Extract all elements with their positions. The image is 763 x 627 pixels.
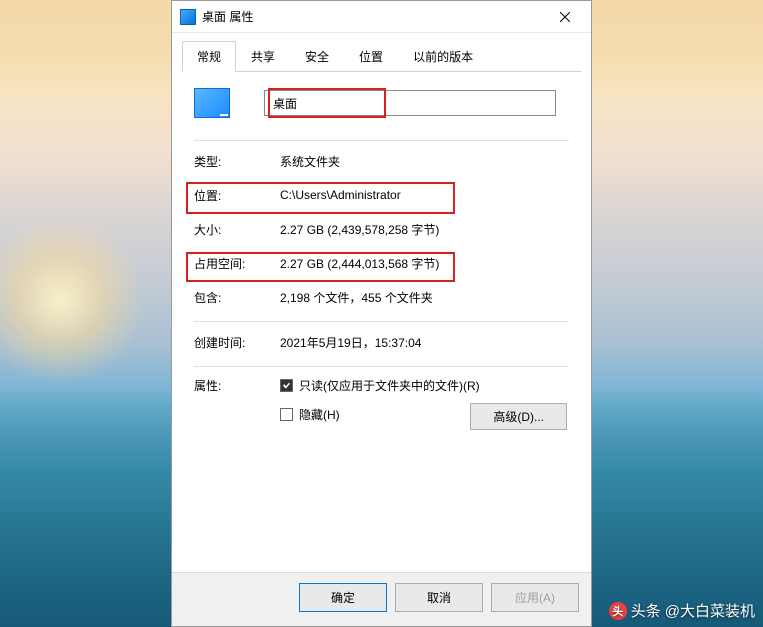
desktop-icon xyxy=(180,9,196,25)
value-size: 2.27 GB (2,439,578,258 字节) xyxy=(280,221,569,238)
label-size-on-disk: 占用空间: xyxy=(194,255,280,272)
row-type: 类型: 系统文件夹 xyxy=(194,151,569,171)
value-location: C:\Users\Administrator xyxy=(280,188,569,202)
tab-general[interactable]: 常规 xyxy=(182,41,236,72)
label-size: 大小: xyxy=(194,221,280,238)
tab-strip: 常规 共享 安全 位置 以前的版本 xyxy=(182,41,581,72)
close-icon xyxy=(560,12,570,22)
readonly-label: 只读(仅应用于文件夹中的文件)(R) xyxy=(299,377,480,394)
readonly-row: 只读(仅应用于文件夹中的文件)(R) xyxy=(280,377,569,394)
label-attributes: 属性: xyxy=(194,377,280,394)
watermark: 头 头条 @大白菜装机 xyxy=(609,600,755,621)
value-size-on-disk: 2.27 GB (2,444,013,568 字节) xyxy=(280,255,569,272)
folder-name-input[interactable] xyxy=(264,90,556,116)
advanced-button[interactable]: 高级(D)... xyxy=(470,403,567,430)
readonly-checkbox[interactable] xyxy=(280,379,293,392)
value-contains: 2,198 个文件，455 个文件夹 xyxy=(280,289,569,306)
dialog-footer: 确定 取消 应用(A) xyxy=(172,572,591,626)
tab-location[interactable]: 位置 xyxy=(344,41,398,71)
window-title: 桌面 属性 xyxy=(202,8,542,25)
folder-large-icon xyxy=(194,88,230,118)
properties-dialog: 桌面 属性 常规 共享 安全 位置 以前的版本 类型: 系统文件夹 位置: C:… xyxy=(171,0,592,627)
divider xyxy=(194,140,569,141)
watermark-prefix: 头条 xyxy=(631,600,661,621)
value-type: 系统文件夹 xyxy=(280,153,569,170)
label-created: 创建时间: xyxy=(194,334,280,351)
divider xyxy=(194,321,569,322)
ok-button[interactable]: 确定 xyxy=(299,583,387,612)
row-contains: 包含: 2,198 个文件，455 个文件夹 xyxy=(194,287,569,307)
cancel-button[interactable]: 取消 xyxy=(395,583,483,612)
row-location: 位置: C:\Users\Administrator xyxy=(194,185,569,205)
label-location: 位置: xyxy=(194,187,280,204)
hidden-checkbox[interactable] xyxy=(280,408,293,421)
label-contains: 包含: xyxy=(194,289,280,306)
tab-security[interactable]: 安全 xyxy=(290,41,344,71)
row-size: 大小: 2.27 GB (2,439,578,258 字节) xyxy=(194,219,569,239)
watermark-text: @大白菜装机 xyxy=(665,600,755,621)
divider xyxy=(194,366,569,367)
header-row xyxy=(194,88,569,118)
tab-content-general: 类型: 系统文件夹 位置: C:\Users\Administrator 大小:… xyxy=(172,72,591,572)
row-created: 创建时间: 2021年5月19日，15:37:04 xyxy=(194,332,569,352)
tab-sharing[interactable]: 共享 xyxy=(236,41,290,71)
value-created: 2021年5月19日，15:37:04 xyxy=(280,334,569,351)
label-type: 类型: xyxy=(194,153,280,170)
watermark-icon: 头 xyxy=(609,602,627,620)
row-size-on-disk: 占用空间: 2.27 GB (2,444,013,568 字节) xyxy=(194,253,569,273)
tab-previous-versions[interactable]: 以前的版本 xyxy=(398,41,488,71)
titlebar: 桌面 属性 xyxy=(172,1,591,33)
hidden-label: 隐藏(H) xyxy=(299,406,340,423)
background-sun-glow xyxy=(0,200,160,400)
apply-button[interactable]: 应用(A) xyxy=(491,583,579,612)
close-button[interactable] xyxy=(542,3,587,31)
